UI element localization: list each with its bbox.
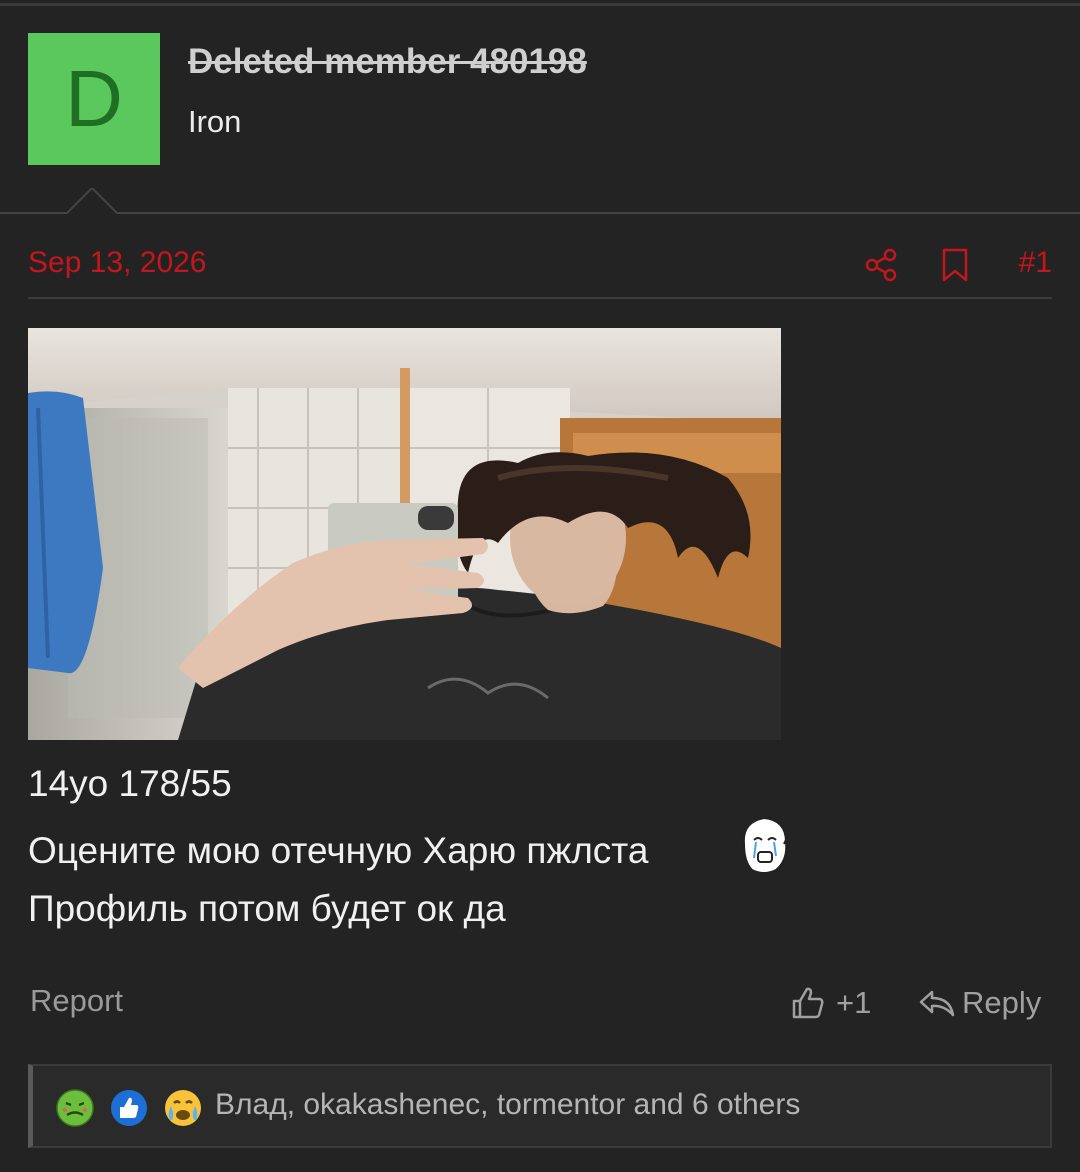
post-text-line: Профиль потом будет ок да <box>28 888 506 929</box>
crying-wojak-icon <box>739 816 789 874</box>
author-title: Iron <box>188 104 242 139</box>
post-meta: Sep 13, 2026 #1 <box>28 238 1052 298</box>
thumbs-up-icon <box>792 987 824 1019</box>
like-count: +1 <box>836 985 872 1020</box>
post-date[interactable]: Sep 13, 2026 <box>28 246 207 280</box>
reply-label: Reply <box>962 985 1042 1020</box>
caret-pointer-icon <box>66 188 118 214</box>
reply-arrow-icon <box>919 990 955 1017</box>
crying-face-icon <box>165 1090 201 1126</box>
reply-button[interactable]: Reply <box>918 983 1041 1023</box>
author-header: D Deleted member 480198 Iron <box>0 6 1080 214</box>
reactions-bar[interactable]: Влад, okakashenec, tormentor and 6 other… <box>28 1064 1052 1148</box>
report-link[interactable]: Report <box>30 983 123 1019</box>
share-icon[interactable] <box>864 248 898 282</box>
like-button[interactable]: +1 <box>790 983 871 1023</box>
post-number[interactable]: #1 <box>1019 246 1052 280</box>
post-text-line: 14yo 178/55 <box>28 763 232 804</box>
thumbs-up-icon <box>111 1090 147 1126</box>
post-text-line: Оцените мою отечную Харю пжлста <box>28 830 649 871</box>
avatar[interactable]: D <box>28 33 160 165</box>
nauseated-face-icon <box>56 1089 94 1127</box>
header-divider <box>0 212 1080 214</box>
author-name[interactable]: Deleted member 480198 <box>188 42 587 82</box>
bookmark-icon[interactable] <box>940 247 970 283</box>
meta-divider <box>28 297 1052 299</box>
post-image[interactable] <box>28 328 781 740</box>
avatar-letter: D <box>65 54 123 143</box>
reactions-summary: Влад, okakashenec, tormentor and 6 other… <box>215 1088 801 1121</box>
